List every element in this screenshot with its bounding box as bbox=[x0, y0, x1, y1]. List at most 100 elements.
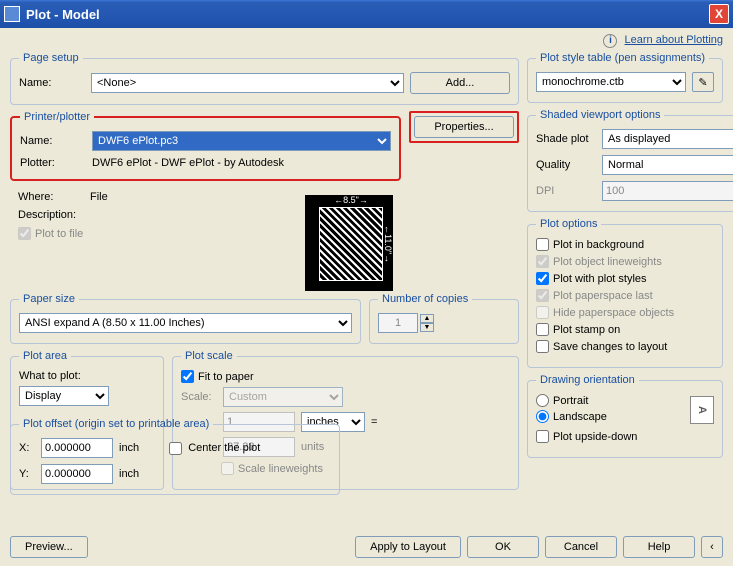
upside-down-checkbox[interactable] bbox=[536, 430, 549, 443]
upside-down-label: Plot upside-down bbox=[553, 431, 637, 443]
window-title: Plot - Model bbox=[26, 7, 709, 22]
center-plot-label: Center the plot bbox=[188, 442, 260, 454]
fit-to-paper-label: Fit to paper bbox=[198, 371, 254, 383]
dialog-content: i Learn about Plotting Page setup Name: … bbox=[0, 28, 733, 566]
plot-to-file-checkbox bbox=[18, 227, 31, 240]
preview-button[interactable]: Preview... bbox=[10, 536, 88, 558]
orientation-legend: Drawing orientation bbox=[536, 374, 639, 386]
fit-to-paper-checkbox[interactable] bbox=[181, 370, 194, 383]
preview-height-label: ←11.0"→ bbox=[383, 207, 393, 281]
plot-options-legend: Plot options bbox=[536, 218, 601, 230]
save-layout-checkbox[interactable] bbox=[536, 340, 549, 353]
printer-name-select[interactable]: DWF6 ePlot.pc3 bbox=[92, 131, 391, 151]
dpi-input bbox=[602, 181, 733, 201]
page-setup-group: Page setup Name: <None> Add... bbox=[10, 52, 519, 105]
orientation-icon: A bbox=[690, 396, 714, 424]
paper-size-select[interactable]: ANSI expand A (8.50 x 11.00 Inches) bbox=[19, 313, 352, 333]
center-plot-checkbox[interactable] bbox=[169, 442, 182, 455]
copies-legend: Number of copies bbox=[378, 293, 472, 305]
orientation-group: Drawing orientation Portrait Landscape A… bbox=[527, 374, 723, 458]
portrait-radio[interactable] bbox=[536, 394, 549, 407]
landscape-label: Landscape bbox=[553, 411, 607, 423]
footer: Preview... Apply to Layout OK Cancel Hel… bbox=[10, 536, 723, 558]
save-layout-label: Save changes to layout bbox=[553, 341, 667, 353]
plot-style-group: Plot style table (pen assignments) monoc… bbox=[527, 52, 723, 103]
close-button[interactable]: X bbox=[709, 4, 729, 24]
help-button[interactable]: Help bbox=[623, 536, 695, 558]
plot-lw-checkbox bbox=[536, 255, 549, 268]
paper-size-legend: Paper size bbox=[19, 293, 79, 305]
plot-stamp-label: Plot stamp on bbox=[553, 324, 620, 336]
copies-input bbox=[378, 313, 418, 333]
plot-paperspace-label: Plot paperspace last bbox=[553, 290, 653, 302]
quality-select[interactable]: Normal bbox=[602, 155, 733, 175]
desc-label: Description: bbox=[18, 209, 84, 221]
offset-x-unit: inch bbox=[119, 442, 139, 454]
ok-button[interactable]: OK bbox=[467, 536, 539, 558]
info-icon: i bbox=[603, 34, 617, 48]
plot-options-group: Plot options Plot in background Plot obj… bbox=[527, 218, 723, 368]
hide-paperspace-checkbox bbox=[536, 306, 549, 319]
where-value: File bbox=[90, 191, 108, 203]
plot-area-legend: Plot area bbox=[19, 350, 71, 362]
dpi-label: DPI bbox=[536, 185, 596, 197]
plot-offset-legend: Plot offset (origin set to printable are… bbox=[19, 418, 213, 430]
learn-link[interactable]: Learn about Plotting bbox=[625, 34, 723, 46]
plot-bg-label: Plot in background bbox=[553, 239, 644, 251]
equals-label: = bbox=[371, 416, 381, 428]
quality-label: Quality bbox=[536, 159, 596, 171]
shade-plot-label: Shade plot bbox=[536, 133, 596, 145]
page-setup-legend: Page setup bbox=[19, 52, 83, 64]
plot-style-legend: Plot style table (pen assignments) bbox=[536, 52, 709, 64]
titlebar: Plot - Model X bbox=[0, 0, 733, 28]
preview-width-label: ←8.5"→ bbox=[319, 195, 383, 205]
page-setup-name-select[interactable]: <None> bbox=[91, 73, 404, 93]
plot-lw-label: Plot object lineweights bbox=[553, 256, 662, 268]
copies-spin-up[interactable]: ▲ bbox=[420, 314, 434, 323]
offset-y-unit: inch bbox=[119, 468, 139, 480]
what-to-plot-select[interactable]: Display bbox=[19, 386, 109, 406]
plot-styles-label: Plot with plot styles bbox=[553, 273, 647, 285]
plot-to-file-label: Plot to file bbox=[35, 228, 83, 240]
printer-group: Printer/plotter Name: DWF6 ePlot.pc3 Plo… bbox=[10, 111, 401, 181]
offset-x-input[interactable] bbox=[41, 438, 113, 458]
hide-paperspace-label: Hide paperspace objects bbox=[553, 307, 674, 319]
portrait-label: Portrait bbox=[553, 395, 588, 407]
cancel-button[interactable]: Cancel bbox=[545, 536, 617, 558]
plotter-label: Plotter: bbox=[20, 157, 86, 169]
what-to-plot-label: What to plot: bbox=[19, 370, 155, 382]
learn-row: i Learn about Plotting bbox=[10, 34, 723, 48]
copies-spin-down[interactable]: ▼ bbox=[420, 323, 434, 332]
page-setup-name-label: Name: bbox=[19, 77, 85, 89]
paper-preview-icon: ←8.5"→ ←11.0"→ bbox=[305, 195, 393, 291]
scale-label: Scale: bbox=[181, 391, 217, 403]
plot-offset-group: Plot offset (origin set to printable are… bbox=[10, 418, 340, 495]
printer-properties-button[interactable]: Properties... bbox=[414, 116, 514, 138]
plot-scale-legend: Plot scale bbox=[181, 350, 237, 362]
offset-y-input[interactable] bbox=[41, 464, 113, 484]
offset-y-label: Y: bbox=[19, 468, 35, 480]
landscape-radio[interactable] bbox=[536, 410, 549, 423]
plot-paperspace-checkbox bbox=[536, 289, 549, 302]
shaded-legend: Shaded viewport options bbox=[536, 109, 664, 121]
plot-style-select[interactable]: monochrome.ctb bbox=[536, 72, 686, 92]
copies-group: Number of copies ▲ ▼ bbox=[369, 293, 519, 344]
where-label: Where: bbox=[18, 191, 84, 203]
shade-plot-select[interactable]: As displayed bbox=[602, 129, 733, 149]
paper-size-group: Paper size ANSI expand A (8.50 x 11.00 I… bbox=[10, 293, 361, 344]
plot-stamp-checkbox[interactable] bbox=[536, 323, 549, 336]
page-setup-add-button[interactable]: Add... bbox=[410, 72, 510, 94]
chevron-left-icon: ‹ bbox=[710, 541, 714, 553]
collapse-button[interactable]: ‹ bbox=[701, 536, 723, 558]
plotter-value: DWF6 ePlot - DWF ePlot - by Autodesk bbox=[92, 157, 284, 169]
apply-layout-button[interactable]: Apply to Layout bbox=[355, 536, 461, 558]
scale-select: Custom bbox=[223, 387, 343, 407]
plot-styles-checkbox[interactable] bbox=[536, 272, 549, 285]
plot-bg-checkbox[interactable] bbox=[536, 238, 549, 251]
app-icon bbox=[4, 6, 20, 22]
shaded-viewport-group: Shaded viewport options Shade plot As di… bbox=[527, 109, 733, 212]
offset-x-label: X: bbox=[19, 442, 35, 454]
printer-name-label: Name: bbox=[20, 135, 86, 147]
printer-legend: Printer/plotter bbox=[20, 111, 94, 123]
edit-plot-style-button[interactable]: ✎ bbox=[692, 72, 714, 92]
